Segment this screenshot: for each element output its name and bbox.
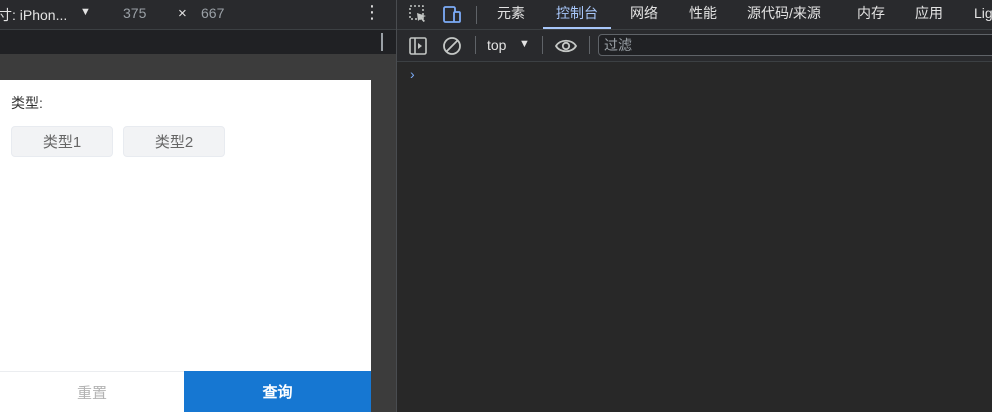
tab-elements[interactable]: 元素 [497, 0, 525, 29]
media-query-ruler [0, 29, 397, 54]
console-prompt[interactable]: › [410, 66, 415, 82]
toolbar-separator [589, 36, 590, 54]
device-emulation-pane: 寸: iPhon... ▼ 375 × 667 ⋮ 类型: 类型1 类型2 重置… [0, 0, 397, 412]
ruler-handle[interactable] [381, 33, 383, 51]
device-select[interactable]: 寸: iPhon... [0, 5, 67, 25]
tab-memory[interactable]: 内存 [857, 0, 885, 29]
sidebar-icon[interactable] [407, 35, 429, 57]
tab-application[interactable]: 应用 [915, 0, 943, 29]
device-toolbar: 寸: iPhon... ▼ 375 × 667 ⋮ [0, 0, 397, 29]
caret-down-icon[interactable]: ▼ [80, 6, 91, 18]
toolbar-separator [475, 36, 476, 54]
devtools-tabbar: 元素 控制台 网络 性能 源代码/来源 内存 应用 Lig [397, 0, 992, 30]
tab-lighthouse[interactable]: Lig [974, 0, 992, 29]
toolbar-separator [542, 36, 543, 54]
toolbar-separator [476, 6, 477, 24]
dimension-separator: × [178, 5, 187, 22]
tab-console[interactable]: 控制台 [543, 0, 611, 29]
console-output[interactable]: › [397, 62, 992, 412]
device-toggle-icon[interactable] [441, 3, 463, 25]
tab-network[interactable]: 网络 [630, 0, 658, 29]
query-button[interactable]: 查询 [184, 371, 371, 412]
clear-console-icon[interactable] [441, 35, 463, 57]
eye-icon[interactable] [554, 35, 578, 57]
device-width-field[interactable]: 375 [123, 5, 146, 21]
type-label: 类型: [11, 95, 43, 111]
tab-sources[interactable]: 源代码/来源 [747, 0, 821, 29]
filter-input[interactable]: 过滤 [598, 34, 992, 56]
reset-button[interactable]: 重置 [0, 371, 184, 412]
emulated-page: 类型: 类型1 类型2 重置 查询 [0, 80, 371, 412]
inspect-element-icon[interactable] [407, 3, 429, 25]
device-height-field[interactable]: 667 [201, 5, 224, 21]
caret-down-icon[interactable]: ▼ [519, 38, 530, 50]
console-toolbar: top ▼ 过滤 [397, 30, 992, 62]
context-select[interactable]: top [487, 37, 506, 53]
tab-performance[interactable]: 性能 [689, 0, 717, 29]
more-vert-icon[interactable]: ⋮ [363, 2, 381, 22]
type-chip-1[interactable]: 类型1 [11, 126, 113, 157]
type-chip-2[interactable]: 类型2 [123, 126, 225, 157]
